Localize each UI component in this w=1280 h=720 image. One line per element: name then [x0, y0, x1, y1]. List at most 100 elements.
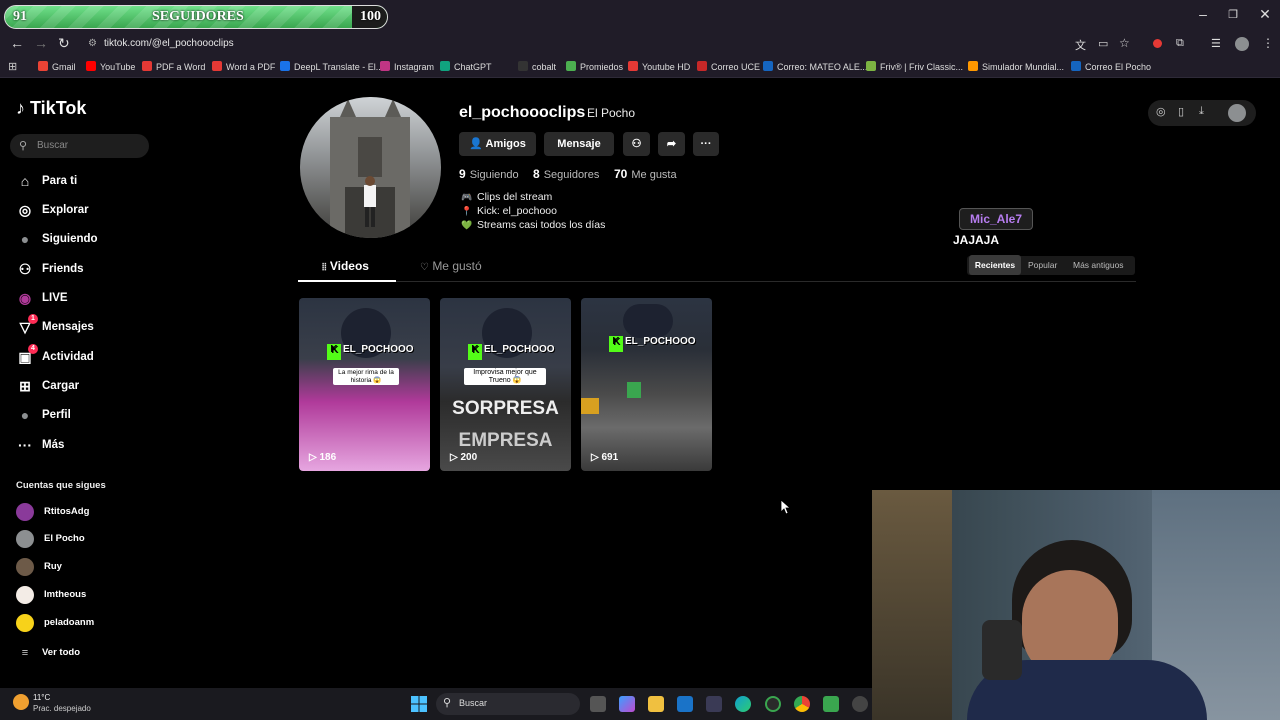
bookmark-item[interactable]: Promiedos [566, 61, 623, 72]
weather-description[interactable]: Prac. despejado [33, 704, 91, 713]
creeper-figure [627, 382, 641, 398]
sort-recent-button[interactable]: Recientes [969, 255, 1021, 275]
bookmark-item[interactable]: Correo: MATEO ALE... [763, 61, 867, 72]
bookmark-item[interactable]: cobalt [518, 61, 556, 72]
bookmark-favicon-icon [697, 61, 707, 71]
task-view-icon[interactable] [590, 696, 606, 712]
message-button[interactable]: Mensaje [544, 132, 614, 156]
outlook-icon[interactable] [677, 696, 693, 712]
file-explorer-icon[interactable] [648, 696, 664, 712]
bookmark-item[interactable]: Word a PDF [212, 61, 275, 72]
bookmark-star-icon[interactable]: ☆ [1119, 36, 1130, 50]
stat-likes: 70 Me gusta [614, 167, 677, 181]
search-input[interactable]: ⚲ Buscar [10, 134, 149, 158]
install-app-icon[interactable]: ▭ [1098, 37, 1108, 50]
active-tab-indicator [298, 280, 396, 282]
bookmark-favicon-icon [280, 61, 290, 71]
extensions-puzzle-icon[interactable]: ⧉ [1176, 37, 1184, 50]
weather-icon[interactable] [13, 694, 29, 710]
edge-icon[interactable] [735, 696, 751, 712]
video-thumbnail[interactable]: K EL_POCHOOO Improvisa mejor que Trueno 😱… [440, 298, 571, 471]
bookmark-item[interactable]: Simulador Mundial... [968, 61, 1064, 72]
site-info-icon[interactable]: ⚙ [88, 34, 97, 54]
video-overlay-text: SORPRESA [452, 398, 559, 419]
stat-following[interactable]: 9 Siguiendo [459, 167, 519, 181]
browser-profile-avatar[interactable] [1235, 37, 1249, 51]
bookmark-item[interactable]: Friv® | Friv Classic... [866, 61, 963, 72]
profile-avatar[interactable] [300, 97, 441, 238]
bookmark-favicon-icon [380, 61, 390, 71]
kick-logo-icon: K [327, 344, 341, 360]
minimize-icon[interactable]: – [1188, 6, 1218, 22]
tab-videos[interactable]: ⦙⦙ Videos [322, 259, 369, 273]
microphone [982, 620, 1022, 680]
coins-icon[interactable]: ◎ [1156, 105, 1166, 118]
bio-line: 💚 Streams casi todos los días [461, 219, 606, 231]
profile-icon: ● [20, 407, 30, 423]
friends-button[interactable]: 👤 Amigos [459, 132, 536, 156]
bookmark-item[interactable]: DeepL Translate - El... [280, 61, 383, 72]
suggested-accounts-button[interactable]: ⚇ [623, 132, 650, 156]
kick-badge: K EL_POCHOOO [609, 336, 696, 352]
bookmark-favicon-icon [566, 61, 576, 71]
bookmark-item[interactable]: Gmail [38, 61, 76, 72]
bookmark-item[interactable]: Youtube HD [628, 61, 690, 72]
avatar [16, 503, 34, 521]
back-icon[interactable]: ← [10, 35, 24, 51]
user-check-icon: 👤 [469, 138, 483, 150]
bio-line: 📍 Kick: el_pochooo [461, 205, 557, 217]
reload-icon[interactable]: ↻ [58, 35, 70, 52]
store-icon[interactable] [706, 696, 722, 712]
bookmark-favicon-icon [518, 61, 528, 71]
pin-icon: 📍 [461, 206, 473, 216]
tiktok-logo[interactable]: ♪ TikTok [16, 98, 86, 119]
maximize-icon[interactable]: ❐ [1218, 8, 1248, 21]
account-avatar[interactable] [1228, 104, 1246, 122]
mouse-cursor-icon [781, 500, 791, 515]
sort-oldest-button[interactable]: Más antiguos [1073, 260, 1124, 270]
more-icon: ··· [18, 437, 32, 453]
shelf-background [872, 490, 952, 720]
chat-username: Mic_Ale7 [959, 208, 1033, 230]
steam-icon[interactable] [852, 696, 868, 712]
tab-liked[interactable]: ♡ Me gustó [420, 259, 482, 273]
apps-grid-icon[interactable]: ⊞ [8, 60, 17, 73]
torch-figure [581, 398, 599, 414]
view-count: ▷ 200 [450, 452, 478, 463]
video-thumbnail[interactable]: K EL_POCHOOO La mejor rima de la historia… [299, 298, 430, 471]
video-thumbnail[interactable]: K EL_POCHOOO ▷ 691 [581, 298, 712, 471]
bookmark-favicon-icon [866, 61, 876, 71]
share-button[interactable]: ➦ [658, 132, 685, 156]
minecraft-icon[interactable] [823, 696, 839, 712]
bookmark-item[interactable]: Instagram [380, 61, 434, 72]
bookmark-item[interactable]: Correo UCE [697, 61, 760, 72]
utorrent-icon[interactable] [765, 696, 781, 712]
windows-start-icon[interactable] [411, 696, 427, 712]
copilot-icon[interactable] [619, 696, 635, 712]
reading-list-icon[interactable]: ☰ [1211, 37, 1221, 50]
play-icon: ▷ [450, 452, 458, 463]
translate-icon[interactable]: 文 [1075, 37, 1086, 53]
bookmark-item[interactable]: ChatGPT [440, 61, 492, 72]
bookmark-item[interactable]: Correo El Pocho [1071, 61, 1151, 72]
browser-menu-icon[interactable]: ⋮ [1262, 36, 1274, 50]
kick-badge: K EL_POCHOOO [468, 344, 555, 360]
progress-current: 91 [13, 9, 27, 24]
kick-badge: K EL_POCHOOO [327, 344, 414, 360]
more-options-button[interactable]: ··· [693, 132, 719, 156]
chrome-icon[interactable] [794, 696, 810, 712]
device-icon[interactable]: ▯ [1178, 105, 1184, 118]
forward-icon[interactable]: → [34, 35, 48, 51]
stat-followers[interactable]: 8 Seguidores [533, 167, 599, 181]
url-field[interactable]: ⚙ tiktok.com/@el_pochoooclips [80, 34, 1080, 54]
weather-temp[interactable]: 11°C [33, 693, 50, 702]
bookmark-item[interactable]: YouTube [86, 61, 135, 72]
close-icon[interactable]: ✕ [1250, 6, 1280, 23]
avatar [16, 558, 34, 576]
extension-icon[interactable] [1153, 39, 1162, 48]
sort-popular-button[interactable]: Popular [1028, 260, 1057, 270]
taskbar-search[interactable]: ⚲ Buscar [436, 693, 580, 715]
avatar [16, 530, 34, 548]
bookmark-item[interactable]: PDF a Word [142, 61, 205, 72]
download-icon[interactable]: ⤓ [1199, 105, 1204, 118]
